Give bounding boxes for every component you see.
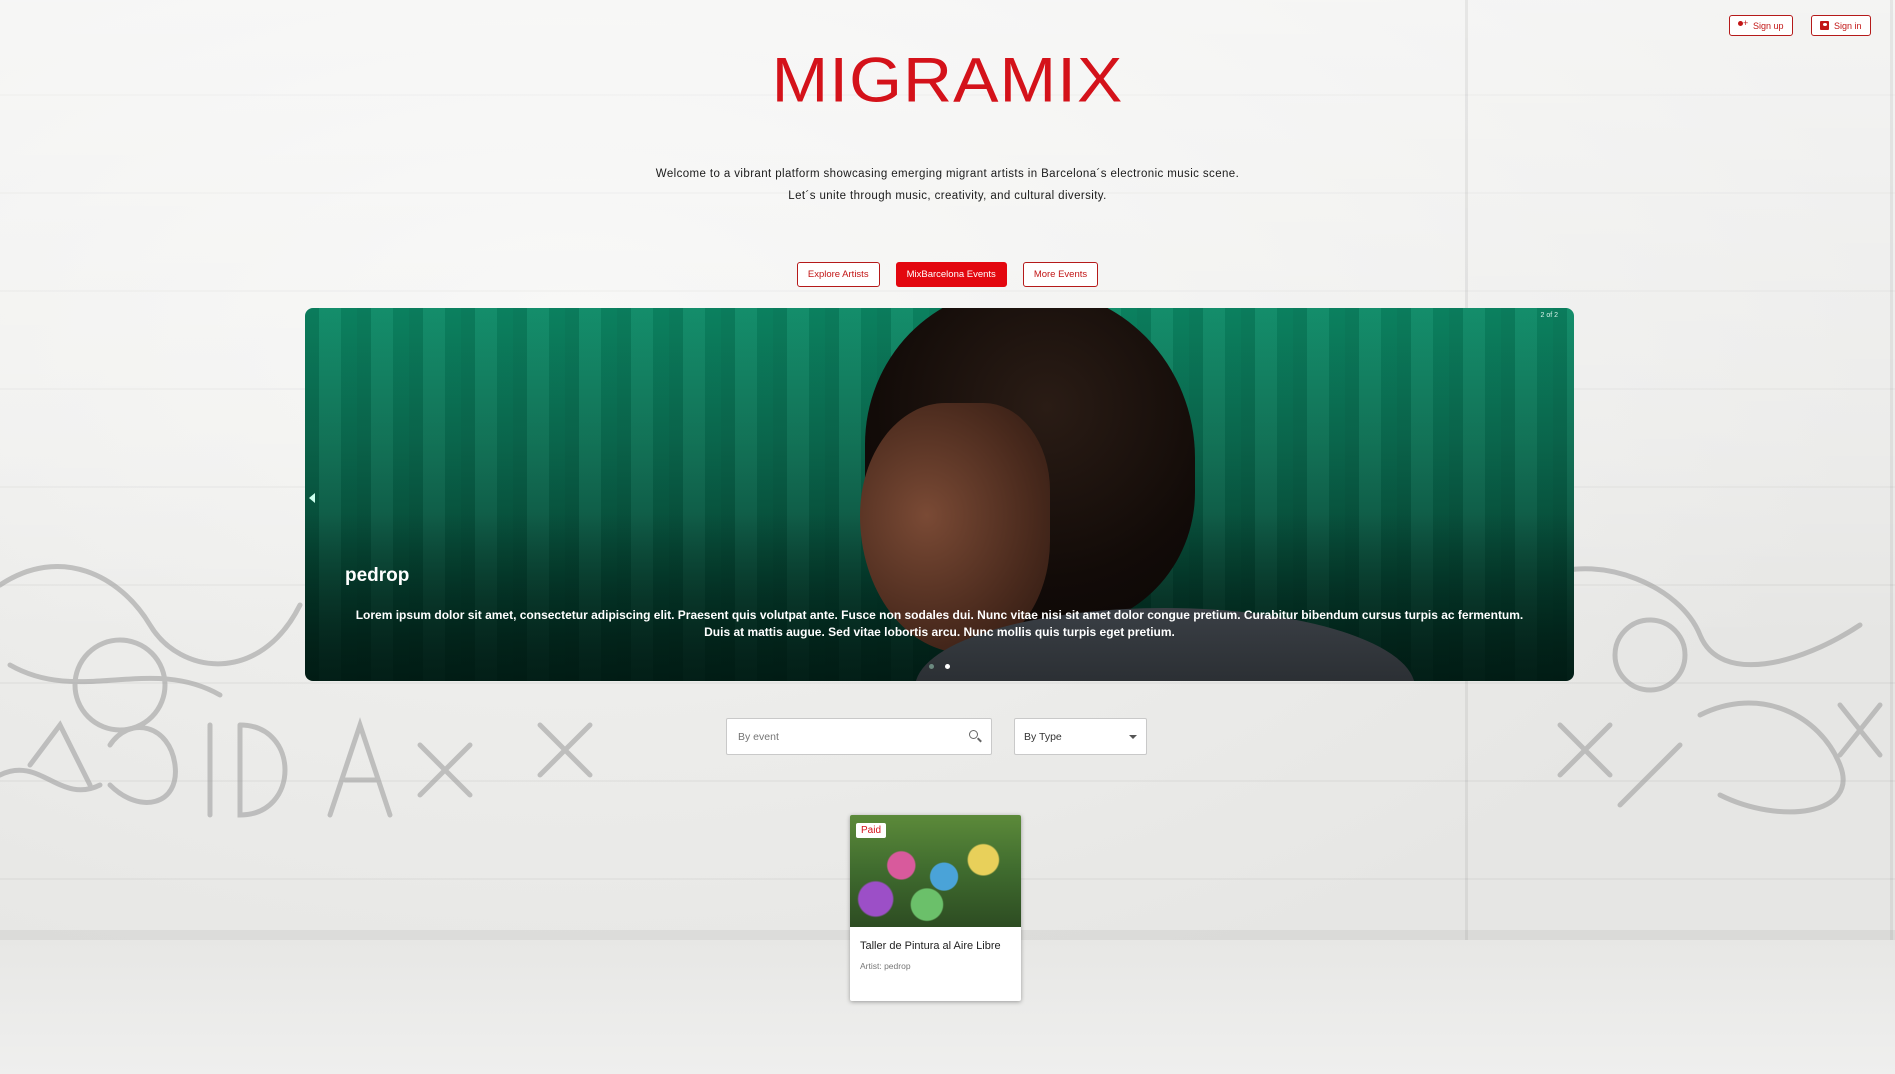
event-card[interactable]: Paid Taller de Pintura al Aire Libre Art… xyxy=(850,815,1021,1001)
signin-label: Sign in xyxy=(1834,20,1862,31)
search-icon[interactable] xyxy=(969,730,982,743)
previous-slide-icon[interactable] xyxy=(309,493,315,503)
signin-button[interactable]: Sign in xyxy=(1811,15,1871,36)
intro-line-1: Welcome to a vibrant platform showcasing… xyxy=(655,168,1240,180)
event-title: Taller de Pintura al Aire Libre xyxy=(860,940,1001,952)
intro-line-2: Let´s unite through music, creativity, a… xyxy=(788,190,1107,202)
slide-counter: 2 of 2 xyxy=(1540,312,1558,319)
signup-button[interactable]: Sign up xyxy=(1729,15,1793,36)
chevron-down-icon xyxy=(1129,734,1137,739)
add-user-icon xyxy=(1738,18,1748,30)
event-search-input[interactable] xyxy=(736,729,969,744)
mixbarcelona-events-button[interactable]: MixBarcelona Events xyxy=(895,262,1007,287)
slide-title: pedrop xyxy=(345,565,410,586)
type-filter-label: By Type xyxy=(1024,730,1062,743)
event-image: Paid xyxy=(850,815,1021,927)
signup-label: Sign up xyxy=(1753,20,1784,31)
paid-badge: Paid xyxy=(856,823,887,838)
slide-dot-1[interactable] xyxy=(929,664,934,669)
slide-indicators xyxy=(305,664,1574,669)
event-artist: Artist: pedrop xyxy=(860,961,911,971)
more-events-button[interactable]: More Events xyxy=(1022,262,1099,287)
account-box-icon xyxy=(1820,21,1829,30)
slide-description: Lorem ipsum dolor sit amet, consectetur … xyxy=(355,608,1524,639)
site-logo[interactable]: MIGRAMIX xyxy=(0,44,1895,117)
slide-dot-2[interactable] xyxy=(945,664,950,669)
artist-carousel[interactable]: 2 of 2 pedrop Lorem ipsum dolor sit amet… xyxy=(305,308,1574,681)
type-filter-select[interactable]: By Type xyxy=(1014,718,1147,755)
event-search-field[interactable] xyxy=(726,718,992,755)
explore-artists-button[interactable]: Explore Artists xyxy=(796,262,880,287)
main-nav: Explore Artists MixBarcelona Events More… xyxy=(0,262,1895,287)
